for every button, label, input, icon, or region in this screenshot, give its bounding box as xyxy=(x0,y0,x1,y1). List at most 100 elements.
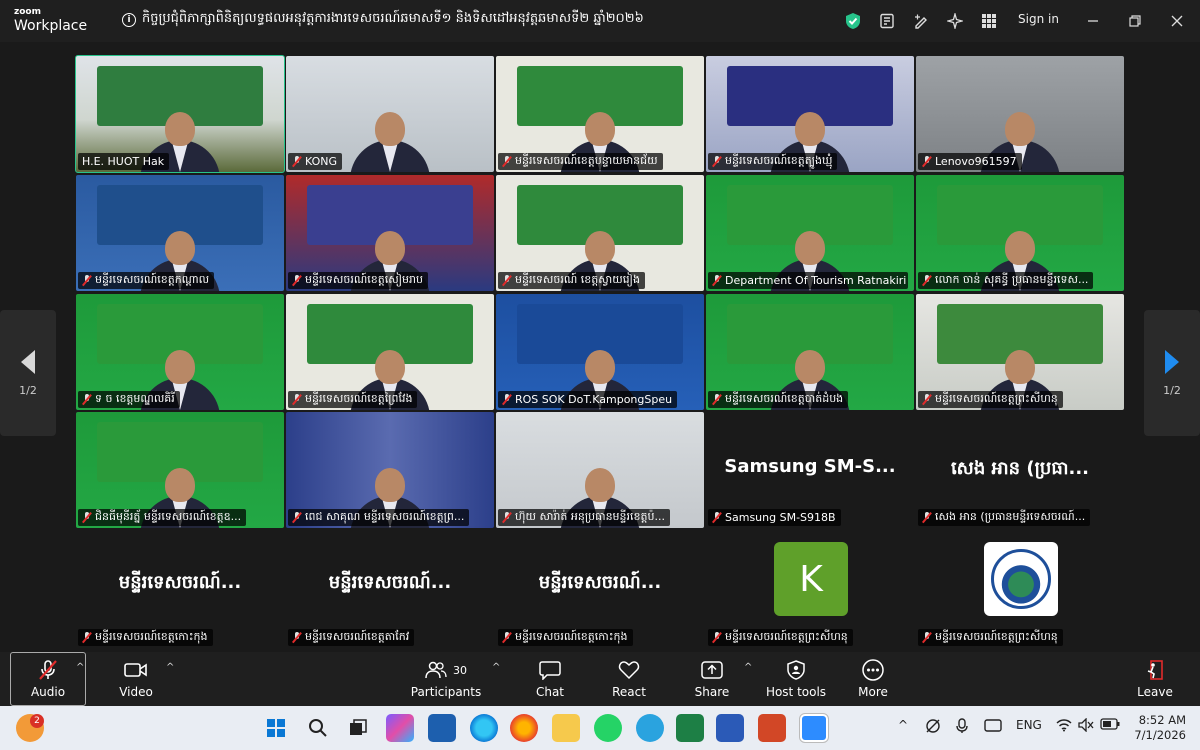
video-options-caret-icon[interactable]: ^ xyxy=(166,662,174,673)
video-tile[interactable]: មន្ទីរទេសចរណ៍ ខេត្តស្វាយរៀង xyxy=(496,175,704,291)
firefox-icon[interactable] xyxy=(510,714,538,742)
share-button[interactable]: Share xyxy=(686,652,738,706)
minimize-icon[interactable] xyxy=(1080,8,1106,34)
video-tile[interactable]: មន្ទីរទេសចរណ៍ខេត្តសៀមរាប xyxy=(286,175,494,291)
task-view-icon[interactable] xyxy=(344,714,372,742)
sign-in-button[interactable]: Sign in xyxy=(1018,12,1059,26)
audio-button[interactable]: Audio xyxy=(10,652,86,706)
participant-video xyxy=(342,112,438,172)
heart-icon xyxy=(618,659,640,681)
brand-line2: Workplace xyxy=(14,18,88,34)
participant-nameplate: មន្ទីរទេសចរណ៍ខេត្តព្រៃវែង xyxy=(288,391,418,408)
restore-window-icon[interactable] xyxy=(1122,8,1148,34)
shield-check-icon[interactable] xyxy=(840,8,866,34)
participant-nameplate: Lenovo961597 xyxy=(918,153,1022,170)
share-label: Share xyxy=(694,685,730,699)
leave-button[interactable]: Leave xyxy=(1130,652,1180,706)
react-button[interactable]: React xyxy=(600,652,658,706)
microphone-icon[interactable] xyxy=(956,718,968,737)
video-tile[interactable]: មន្ទីរទេសចរណ៍ខេត្តបាត់ដំបង xyxy=(706,294,914,410)
video-tile[interactable]: មន្ទីរទេសចរណ៍ខេត្តត្បូងឃ្មុំ xyxy=(706,56,914,172)
participant-name: មន្ទីរទេសចរណ៍ខេត្តព្រះសីហនុ xyxy=(725,629,848,643)
chat-button[interactable]: Chat xyxy=(522,652,578,706)
info-icon[interactable]: i xyxy=(122,12,136,27)
participants-label: Participants xyxy=(410,685,482,699)
audio-only-tile[interactable]: មន្ទីរទេសចរណ៍ខេត្តព្រះសីហនុ xyxy=(916,530,1124,648)
page-indicator-left: 1/2 xyxy=(19,383,37,397)
video-tile[interactable]: KONG xyxy=(286,56,494,172)
language-indicator[interactable]: ENG xyxy=(1016,718,1042,732)
volume-muted-icon[interactable] xyxy=(1078,717,1094,735)
ai-sparkle-icon[interactable] xyxy=(942,8,968,34)
participant-nameplate: Samsung SM-S918B xyxy=(708,509,841,526)
meeting-title[interactable]: i កិច្ចប្រជុំពិភាក្សាពិនិត្យលទ្ធផលអនុវត្… xyxy=(122,10,644,29)
video-tile[interactable]: មន្ទីរទេសចរណ៍ខេត្តព្រៃវែង xyxy=(286,294,494,410)
mic-muted-icon xyxy=(712,156,722,167)
share-options-caret-icon[interactable]: ^ xyxy=(744,662,752,673)
battery-icon[interactable] xyxy=(1100,718,1120,733)
zoom-taskbar-icon[interactable] xyxy=(799,713,829,743)
next-page-button[interactable]: 1/2 xyxy=(1144,310,1200,436)
whiteboard-pen-icon[interactable] xyxy=(908,8,934,34)
chat-bubble-icon xyxy=(539,659,561,681)
video-tile[interactable]: លោក ចាន់ សុគន្ធី ប្រធានមន្ទីរទេស... xyxy=(916,175,1124,291)
video-button[interactable]: Video xyxy=(104,652,168,706)
brand-line1: zoom xyxy=(14,7,41,17)
file-explorer-icon[interactable] xyxy=(552,714,580,742)
video-tile[interactable]: ជិនធីមុនីរត្ន័ មន្ទីរទេសចរណ៍ខេត្តឧ... xyxy=(76,412,284,528)
mic-muted-icon xyxy=(922,394,932,405)
video-tile[interactable]: ពេជ សាគុណ មន្ទីរទេសចរណ៍ខេត្តព្រ... xyxy=(286,412,494,528)
video-tile[interactable]: សេង អាន (ប្រធា... សេង អាន (ប្រធានមន្ទីរទេ… xyxy=(916,412,1124,528)
windows-start-icon[interactable] xyxy=(262,714,290,742)
word-icon[interactable] xyxy=(716,714,744,742)
excel-icon[interactable] xyxy=(676,714,704,742)
participant-name: មន្ទីរទេសចរណ៍ខេត្តកណ្ដាល xyxy=(95,272,210,286)
notification-badge: 2 xyxy=(30,714,44,728)
video-tile[interactable]: មន្ទីរទេសចរណ៍ខេត្តបន្ទាយមានជ័យ xyxy=(496,56,704,172)
video-tile[interactable]: មន្ទីរទេសចរណ៍ខេត្តកណ្ដាល xyxy=(76,175,284,291)
previous-page-button[interactable]: 1/2 xyxy=(0,310,56,436)
audio-only-tile[interactable]: មន្ទីរទេសចរណ៍... មន្ទីរទេសចរណ៍ខេត្តកោះកុង xyxy=(496,530,704,648)
more-button[interactable]: More xyxy=(848,652,898,706)
video-tile[interactable]: ទ ច ខេត្តមណ្ឌលគិរី xyxy=(76,294,284,410)
microsoft-365-icon[interactable] xyxy=(386,714,414,742)
notes-icon[interactable] xyxy=(874,8,900,34)
network-off-icon[interactable] xyxy=(924,718,942,737)
mic-muted-icon xyxy=(922,275,932,286)
participant-nameplate: Department Of Tourism Ratnakiri xyxy=(708,272,908,289)
wifi-icon[interactable] xyxy=(1056,718,1072,735)
tray-overflow-icon[interactable]: ^ xyxy=(898,718,908,732)
camera-icon xyxy=(124,659,148,681)
store-icon[interactable] xyxy=(428,714,456,742)
participant-nameplate: មន្ទីរទេសចរណ៍ខេត្តសៀមរាប xyxy=(288,272,428,289)
whatsapp-icon[interactable] xyxy=(594,714,622,742)
participant-display-name: សេង អាន (ប្រធា... xyxy=(950,458,1090,479)
participants-options-caret-icon[interactable]: ^ xyxy=(492,662,500,673)
video-tile[interactable]: H.E. HUOT Hak xyxy=(75,55,285,173)
audio-only-tile[interactable]: មន្ទីរទេសចរណ៍... មន្ទីរទេសចរណ៍ខេត្តកោះកុង xyxy=(76,530,284,648)
participants-button[interactable]: 30 Participants xyxy=(410,652,482,706)
meeting-title-text: កិច្ចប្រជុំពិភាក្សាពិនិត្យលទ្ធផលអនុវត្តក… xyxy=(142,11,644,26)
edge-browser-icon[interactable] xyxy=(470,714,498,742)
apps-grid-icon[interactable] xyxy=(976,8,1002,34)
video-tile[interactable]: Samsung SM-S... Samsung SM-S918B xyxy=(706,412,914,528)
chevron-right-icon xyxy=(1165,349,1179,374)
audio-options-caret-icon[interactable]: ^ xyxy=(76,662,84,673)
video-tile[interactable]: ROS SOK DoT.KampongSpeu xyxy=(496,294,704,410)
video-tile[interactable]: Department Of Tourism Ratnakiri xyxy=(706,175,914,291)
audio-only-tile[interactable]: មន្ទីរទេសចរណ៍... មន្ទីរទេសចរណ៍ខេត្តតាកែវ xyxy=(286,530,494,648)
video-tile[interactable]: Lenovo961597 xyxy=(916,56,1124,172)
audio-only-tile[interactable]: K មន្ទីរទេសចរណ៍ខេត្តព្រះសីហនុ xyxy=(706,530,914,648)
close-icon[interactable] xyxy=(1164,8,1190,34)
mic-muted-icon xyxy=(712,275,722,286)
host-tools-button[interactable]: Host tools xyxy=(762,652,830,706)
video-tile[interactable]: មន្ទីរទេសចរណ៍ខេត្តព្រះសីហនុ xyxy=(916,294,1124,410)
participant-name: ហ៊ុយ សារ៉ាត់ អនុប្រធានមន្ទីរខេត្តប៉... xyxy=(515,509,665,523)
mic-muted-icon xyxy=(922,512,932,523)
system-clock[interactable]: 8:52 AM 7/1/2026 xyxy=(1126,713,1186,743)
video-tile[interactable]: ហ៊ុយ សារ៉ាត់ អនុប្រធានមន្ទីរខេត្តប៉... xyxy=(496,412,704,528)
cast-icon[interactable] xyxy=(984,718,1002,737)
powerpoint-icon[interactable] xyxy=(758,714,786,742)
search-icon[interactable] xyxy=(304,714,332,742)
telegram-icon[interactable] xyxy=(636,714,664,742)
